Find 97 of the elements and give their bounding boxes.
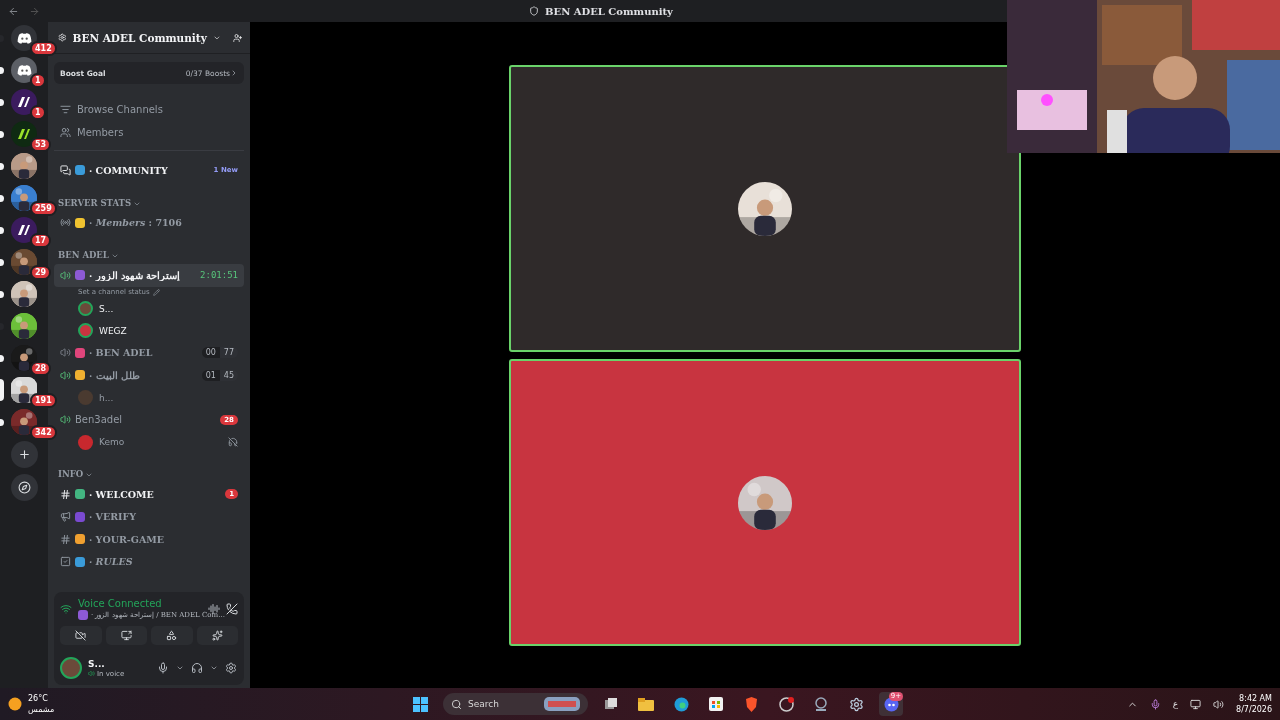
megaphone-icon <box>60 511 71 523</box>
logo-icon <box>16 94 32 110</box>
headphones-button[interactable] <box>190 662 204 674</box>
logo-icon <box>16 126 32 142</box>
category-label[interactable]: SERVER STATS <box>58 197 132 208</box>
channel-item[interactable]: · BEN ADEL 00 77 <box>54 341 244 364</box>
video-tile[interactable] <box>509 359 1021 646</box>
shapes-icon <box>166 630 178 641</box>
back-icon[interactable] <box>8 5 19 17</box>
forum-icon <box>60 164 71 176</box>
plus-icon <box>17 448 31 461</box>
gamepad-icon <box>16 32 32 44</box>
checkbox-icon <box>60 556 71 568</box>
channel-item[interactable]: · RULES <box>54 550 244 573</box>
pencil-icon <box>152 288 160 296</box>
mic-button[interactable] <box>156 662 170 674</box>
notification-badge: 259 <box>30 201 57 216</box>
headphones-icon <box>191 662 203 674</box>
channel-name: · طلل البيت <box>89 369 141 381</box>
sun-icon <box>8 697 22 711</box>
user-avatar <box>78 390 93 405</box>
voice-status: Voice Connected <box>78 598 163 609</box>
clock[interactable]: 8:42 AM 8/7/2026 <box>1236 693 1272 715</box>
chevron-down-icon[interactable] <box>210 664 218 672</box>
member-name[interactable]: h... <box>99 392 238 403</box>
chevron-down-icon[interactable] <box>176 664 184 672</box>
signal-icon <box>60 603 72 615</box>
invite-icon[interactable] <box>232 31 242 44</box>
sparkles-icon <box>211 630 223 641</box>
user-counter: 01 45 <box>201 369 238 381</box>
gamepad-icon <box>16 64 32 76</box>
mic-icon <box>157 662 169 674</box>
soundboard-button[interactable] <box>196 626 238 645</box>
stage-icon <box>60 217 71 229</box>
activities-button[interactable] <box>151 626 193 645</box>
emoji-icon <box>78 610 88 620</box>
nav-item[interactable]: Members <box>54 121 244 144</box>
settings-icon <box>225 662 237 674</box>
channel-name: · BEN ADEL <box>89 347 154 359</box>
notification-badge: 342 <box>30 425 57 440</box>
member-name[interactable]: Kemo <box>99 437 222 447</box>
user-avatar[interactable] <box>60 657 82 679</box>
channel-name: Ben3adel <box>75 414 124 426</box>
user-avatar <box>78 323 93 338</box>
search-field[interactable]: Search <box>443 693 588 715</box>
notification-badge: 1 <box>30 73 46 88</box>
user-name: S... <box>88 658 106 669</box>
category-label[interactable]: INFO <box>58 469 84 479</box>
category-label[interactable]: BEN ADEL <box>58 250 109 260</box>
channel-name: · YOUR-GAME <box>89 533 166 545</box>
window-title: BEN ADEL Community <box>545 5 673 17</box>
disconnect-icon[interactable] <box>226 603 238 615</box>
volume-icon[interactable] <box>1213 698 1225 710</box>
member-name[interactable]: S... <box>99 303 238 314</box>
member-name[interactable]: WEGZ <box>99 325 238 336</box>
video-tile[interactable] <box>509 65 1021 352</box>
user-avatar <box>78 434 93 450</box>
screen-share-button[interactable] <box>105 626 147 645</box>
user-counter: 00 77 <box>201 347 238 359</box>
chevron-down-icon <box>85 471 94 479</box>
channel-name: · RULES <box>89 556 134 568</box>
language-indicator[interactable]: ع <box>1172 699 1179 709</box>
discover-button[interactable] <box>10 474 38 501</box>
chevron-right-icon <box>230 69 238 77</box>
compass-icon <box>17 481 31 494</box>
chevron-down-icon <box>110 252 119 260</box>
notification-badge: 1 <box>30 105 46 120</box>
camera-button[interactable] <box>60 626 102 645</box>
channel-item[interactable]: · Members : 7106 <box>54 211 244 234</box>
mic-icon[interactable] <box>1149 698 1161 710</box>
search-icon <box>451 698 462 710</box>
notification-badge: 191 <box>30 393 57 408</box>
add-server-button[interactable] <box>10 441 38 468</box>
server-name[interactable]: BEN ADEL Community <box>72 31 207 44</box>
camera-off-icon <box>75 630 87 641</box>
hash-icon <box>60 533 71 545</box>
network-icon[interactable] <box>1190 698 1202 710</box>
channel-name: · COMMUNITY <box>89 164 169 176</box>
call-timer: 2:01:51 <box>200 270 238 281</box>
channel-name: · VERIFY <box>89 511 138 523</box>
logo-icon <box>16 222 32 238</box>
weather-condition: مشمس <box>28 704 55 715</box>
channel-name: · WELCOME <box>89 488 155 500</box>
user-avatar <box>78 301 93 316</box>
screen-share-icon <box>120 630 132 641</box>
list-icon <box>60 104 71 115</box>
members-icon <box>60 127 71 138</box>
channel-item[interactable]: · VERIFY <box>54 505 244 528</box>
channel-name: · Members : 7106 <box>89 217 183 229</box>
temperature: 26°C <box>28 693 49 704</box>
settings-button[interactable] <box>224 662 238 674</box>
channel-name: · إستراحة شهود الزور <box>89 269 182 281</box>
notification-badge: 412 <box>30 41 57 56</box>
channel-item[interactable]: · YOUR-GAME <box>54 528 244 551</box>
nav-item[interactable]: Browse Channels <box>54 98 244 121</box>
speaker-icon <box>88 670 95 677</box>
hash-icon <box>60 488 71 500</box>
